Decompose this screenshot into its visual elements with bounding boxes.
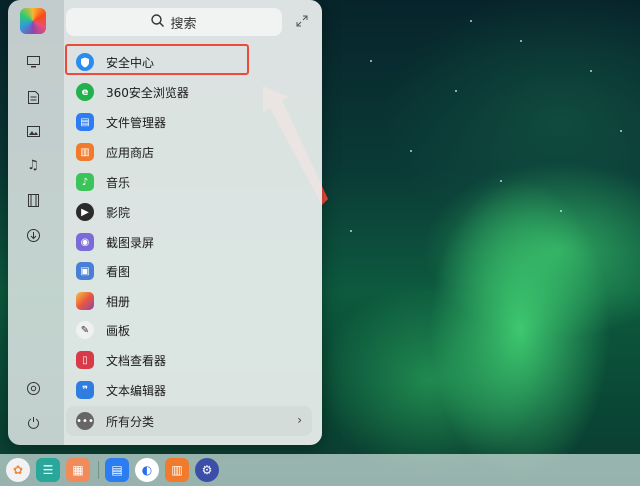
app-item-image-viewer[interactable]: ▣ 看图 [66,257,306,285]
computer-icon[interactable] [22,52,44,72]
all-categories-button[interactable]: ••• 所有分类 › [66,406,312,436]
album-icon [76,292,94,310]
user-avatar[interactable] [20,8,46,34]
video-icon: ▶ [76,203,94,221]
settings-icon[interactable]: ⚙ [195,458,219,482]
expand-icon[interactable] [296,15,310,29]
app-label: 应用商店 [106,145,155,160]
app-label: 相册 [106,294,131,309]
launcher-sidebar: ♫ [8,0,56,445]
multitask-icon[interactable]: ☰ [36,458,60,482]
store-icon: ▥ [76,143,94,161]
app-label: 影院 [106,205,131,220]
music-icon: ♪ [76,173,94,191]
download-icon[interactable] [22,225,44,245]
document-viewer-icon: ▯ [76,351,94,369]
text-editor-icon: ❞ [76,381,94,399]
app-label: 音乐 [106,175,131,190]
photo-viewer-icon: ▣ [76,262,94,280]
folder-icon: ▤ [76,113,94,131]
highlight-box [65,44,249,75]
app-label: 文档查看器 [106,353,167,368]
app-label: 看图 [106,264,131,279]
search-icon [151,13,165,31]
more-icon: ••• [76,412,94,430]
app-label: 画板 [106,323,131,338]
camera-icon: ◉ [76,233,94,251]
app-item-drawing[interactable]: ✎ 画板 [66,316,306,344]
taskbar-separator [98,461,99,479]
app-item-app-store[interactable]: ▥ 应用商店 [66,138,306,166]
video-icon[interactable] [22,190,44,210]
app-item-album[interactable]: 相册 [66,287,306,315]
app-label: 文件管理器 [106,115,167,130]
music-icon[interactable]: ♫ [22,155,44,175]
all-categories-label: 所有分类 [106,414,155,429]
app-item-document-viewer[interactable]: ▯ 文档查看器 [66,346,306,374]
app-item-music[interactable]: ♪ 音乐 [66,168,306,196]
search-placeholder: 搜索 [170,16,197,32]
app-item-text-editor[interactable]: ❞ 文本编辑器 [66,376,306,404]
browser-icon[interactable]: ◐ [135,458,159,482]
app-store-icon[interactable]: ▥ [165,458,189,482]
chevron-right-icon: › [297,413,302,427]
settings-icon[interactable] [22,378,44,398]
image-icon[interactable] [22,121,44,141]
file-manager-icon[interactable]: ▤ [105,458,129,482]
taskbar: ✿ ☰ ▦ ▤ ◐ ▥ ⚙ [0,454,640,486]
app-grid-icon[interactable]: ▦ [66,458,90,482]
document-icon[interactable] [22,87,44,107]
app-item-screenshot[interactable]: ◉ 截图录屏 [66,228,306,256]
app-label: 360安全浏览器 [106,85,189,100]
app-item-360-browser[interactable]: e 360安全浏览器 [66,78,306,106]
browser-icon: e [76,83,94,101]
power-icon[interactable] [22,412,44,432]
app-label: 文本编辑器 [106,383,167,398]
app-item-file-manager[interactable]: ▤ 文件管理器 [66,108,306,136]
launcher-icon[interactable]: ✿ [6,458,30,482]
paint-icon: ✎ [76,321,94,339]
app-item-cinema[interactable]: ▶ 影院 [66,198,306,226]
search-input[interactable]: 搜索 [66,8,282,36]
app-label: 截图录屏 [106,235,155,250]
